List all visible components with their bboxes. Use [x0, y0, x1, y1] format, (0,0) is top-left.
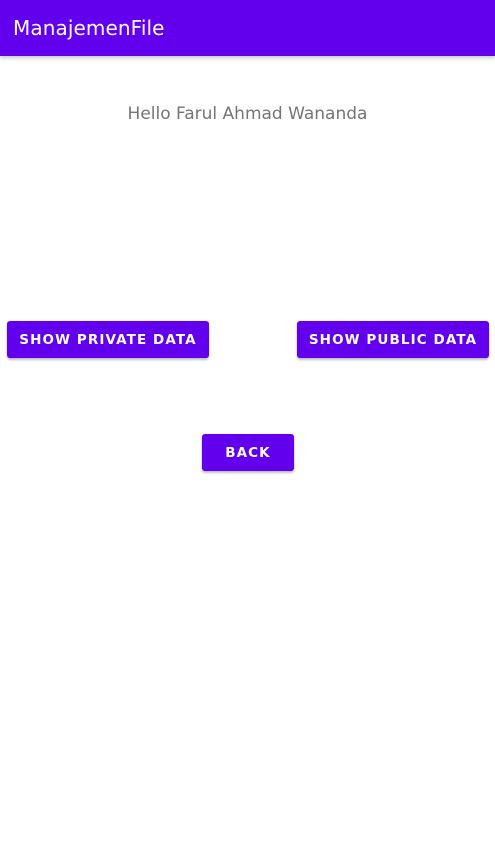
back-button[interactable]: BACK — [202, 434, 294, 471]
greeting-text: Hello Farul Ahmad Wananda — [127, 104, 368, 124]
app-title: ManajemenFile — [13, 16, 165, 40]
show-private-data-button[interactable]: SHOW PRIVATE DATA — [7, 321, 209, 358]
show-public-data-button[interactable]: SHOW PUBLIC DATA — [297, 321, 489, 358]
app-bar: ManajemenFile — [0, 0, 495, 56]
